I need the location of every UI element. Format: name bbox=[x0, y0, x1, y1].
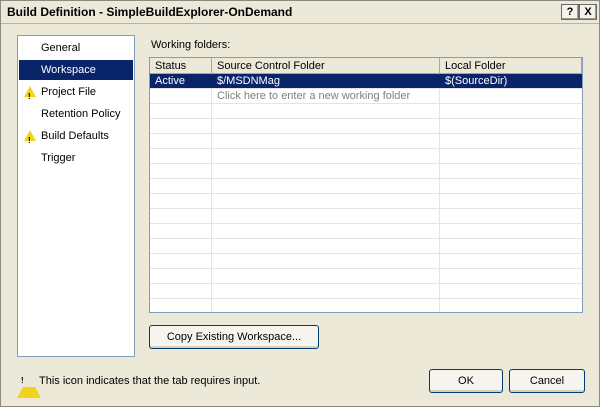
column-header-source-control-folder[interactable]: Source Control Folder bbox=[212, 58, 440, 74]
build-definition-dialog: Build Definition - SimpleBuildExplorer-O… bbox=[0, 0, 600, 407]
empty-row bbox=[150, 149, 582, 164]
help-button[interactable]: ? bbox=[561, 4, 579, 20]
nav-item-label: Project File bbox=[41, 86, 97, 98]
source-folder-cell[interactable]: $/MSDNMag bbox=[212, 74, 440, 88]
nav-item-label: Retention Policy bbox=[41, 108, 121, 120]
local-folder-cell[interactable]: $(SourceDir) bbox=[440, 74, 582, 88]
working-folders-grid[interactable]: Status Source Control Folder Local Folde… bbox=[149, 57, 583, 313]
warning-icon bbox=[24, 86, 36, 107]
nav-item-general[interactable]: General bbox=[19, 38, 133, 58]
title-bar: Build Definition - SimpleBuildExplorer-O… bbox=[1, 1, 599, 24]
nav-item-trigger[interactable]: Trigger bbox=[19, 148, 133, 168]
column-header-status[interactable]: Status bbox=[150, 58, 212, 74]
status-cell[interactable]: Active bbox=[150, 74, 212, 88]
empty-row bbox=[150, 179, 582, 194]
nav-item-label: Trigger bbox=[41, 152, 76, 164]
empty-row bbox=[150, 239, 582, 254]
empty-row bbox=[150, 134, 582, 149]
copy-existing-workspace-button[interactable]: Copy Existing Workspace... bbox=[149, 325, 319, 349]
new-working-folder-prompt[interactable]: Click here to enter a new working folder bbox=[212, 89, 582, 103]
nav-item-project-file[interactable]: Project File bbox=[19, 82, 133, 107]
warning-icon bbox=[17, 375, 41, 398]
nav-item-label: Build Defaults bbox=[41, 130, 109, 142]
new-row[interactable]: Click here to enter a new working folder bbox=[150, 89, 582, 104]
cancel-button[interactable]: Cancel bbox=[509, 369, 585, 393]
nav-item-retention-policy[interactable]: Retention Policy bbox=[19, 104, 133, 124]
empty-row bbox=[150, 104, 582, 119]
nav-item-label: General bbox=[41, 42, 81, 54]
window-title: Build Definition - SimpleBuildExplorer-O… bbox=[7, 5, 293, 19]
empty-row bbox=[150, 254, 582, 269]
input-required-hint: This icon indicates that the tab require… bbox=[39, 375, 261, 387]
empty-row bbox=[150, 194, 582, 209]
empty-row bbox=[150, 269, 582, 284]
warning-icon bbox=[24, 130, 36, 151]
close-button[interactable]: X bbox=[579, 4, 597, 20]
table-row[interactable]: Active $/MSDNMag $(SourceDir) bbox=[150, 74, 582, 89]
empty-row bbox=[150, 209, 582, 224]
working-folders-label: Working folders: bbox=[151, 39, 231, 51]
nav-item-label: Workspace bbox=[41, 64, 96, 76]
column-header-local-folder[interactable]: Local Folder bbox=[440, 58, 582, 74]
empty-row bbox=[150, 284, 582, 299]
empty-row bbox=[150, 164, 582, 179]
empty-row bbox=[150, 119, 582, 134]
ok-button[interactable]: OK bbox=[429, 369, 503, 393]
tab-navigation: General Workspace Project File Retention… bbox=[17, 35, 135, 357]
empty-row bbox=[150, 224, 582, 239]
nav-item-workspace[interactable]: Workspace bbox=[19, 60, 133, 80]
nav-item-build-defaults[interactable]: Build Defaults bbox=[19, 126, 133, 151]
